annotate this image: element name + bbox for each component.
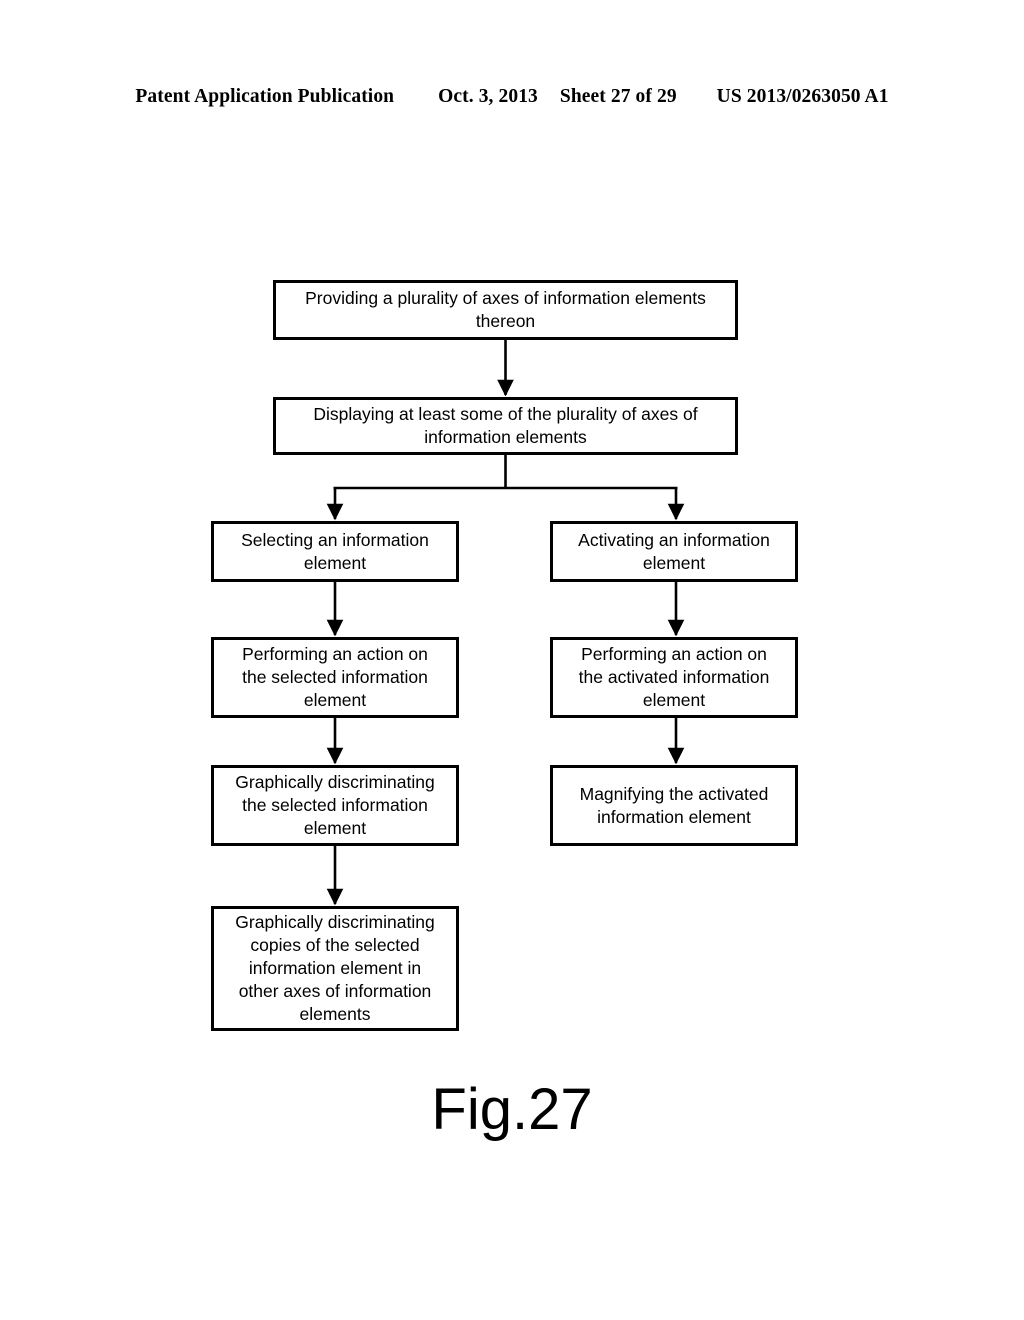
flow-node-perform-action-activated: Performing an action on the activated in… bbox=[550, 637, 798, 718]
flow-node-providing: Providing a plurality of axes of informa… bbox=[273, 280, 738, 340]
flow-node-discriminate-copies-label: Graphically discriminating copies of the… bbox=[235, 912, 435, 1024]
flow-node-displaying-label: Displaying at least some of the pluralit… bbox=[313, 404, 698, 447]
flow-node-displaying: Displaying at least some of the pluralit… bbox=[273, 397, 738, 455]
flow-node-discriminate-selected: Graphically discriminating the selected … bbox=[211, 765, 459, 846]
flow-node-discriminate-selected-label: Graphically discriminating the selected … bbox=[235, 772, 435, 838]
flow-node-activating-label: Activating an information element bbox=[578, 529, 770, 573]
flow-node-providing-label: Providing a plurality of axes of informa… bbox=[305, 288, 706, 331]
flow-node-magnifying-activated-label: Magnifying the activated information ele… bbox=[579, 783, 769, 827]
flow-node-magnifying-activated: Magnifying the activated information ele… bbox=[550, 765, 798, 846]
flow-node-perform-action-activated-label: Performing an action on the activated in… bbox=[578, 644, 770, 710]
flow-node-perform-action-selected: Performing an action on the selected inf… bbox=[211, 637, 459, 718]
flow-node-discriminate-copies: Graphically discriminating copies of the… bbox=[211, 906, 459, 1031]
figure-caption: Fig.27 bbox=[431, 1077, 593, 1142]
flow-node-perform-action-selected-label: Performing an action on the selected inf… bbox=[242, 644, 428, 710]
flow-node-selecting-label: Selecting an information element bbox=[241, 529, 429, 573]
flow-node-selecting: Selecting an information element bbox=[211, 521, 459, 582]
flow-node-activating: Activating an information element bbox=[550, 521, 798, 582]
